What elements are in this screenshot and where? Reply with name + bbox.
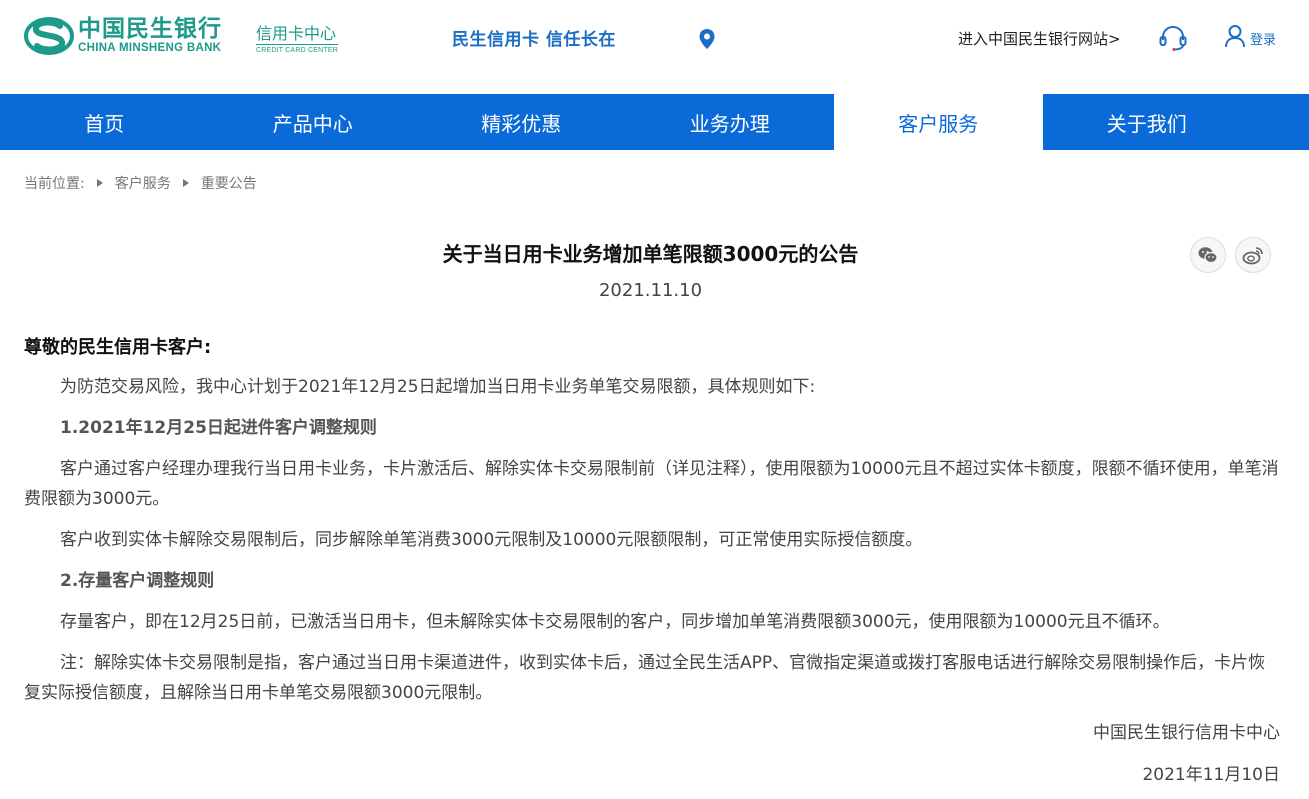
login-button[interactable]: 登录 — [1224, 24, 1276, 48]
breadcrumb-announcements[interactable]: 重要公告 — [201, 173, 257, 193]
article-title: 关于当日用卡业务增加单笔限额3000元的公告 — [442, 242, 859, 266]
article-greeting: 尊敬的民生信用卡客户: — [24, 337, 212, 358]
article-paragraph: 客户通过客户经理办理我行当日用卡业务，卡片激活后、解除实体卡交易限制前（详见注释… — [24, 459, 1279, 509]
article-paragraph: 客户收到实体卡解除交易限制后，同步解除单笔消费3000元限制及10000元限额限… — [60, 530, 923, 550]
breadcrumb-arrow-icon — [96, 179, 103, 187]
breadcrumb: 当前位置: 客户服务 重要公告 — [24, 173, 257, 193]
logo-chinese-name: 中国民生银行 — [78, 16, 222, 42]
nav-item-customer-service[interactable]: 客户服务 — [834, 94, 1043, 150]
user-icon — [1225, 25, 1245, 48]
article-date: 2021.11.10 — [598, 280, 703, 301]
nav-item-services[interactable]: 业务办理 — [626, 94, 835, 150]
article-paragraph: 为防范交易风险，我中心计划于2021年12月25日起增加当日用卡业务单笔交易限额… — [60, 377, 816, 397]
header: 中国民生银行 CHINA MINSHENG BANK 信用卡中心 CREDIT … — [0, 0, 1309, 94]
nav-item-products[interactable]: 产品中心 — [209, 94, 418, 150]
nav-item-offers[interactable]: 精彩优惠 — [417, 94, 626, 150]
article-body: 尊敬的民生信用卡客户: 为防范交易风险，我中心计划于2021年12月25日起增加… — [24, 334, 1280, 719]
breadcrumb-customer-service[interactable]: 客户服务 — [115, 173, 171, 193]
main-nav: 首页 产品中心 精彩优惠 业务办理 客户服务 关于我们 — [0, 94, 1309, 150]
breadcrumb-arrow-icon — [182, 179, 189, 187]
article-sign-date: 2021年11月10日 — [1142, 765, 1280, 785]
minsheng-logo-icon — [24, 17, 74, 55]
sub-brand-chinese: 信用卡中心 — [256, 24, 337, 43]
sub-brand-english: CREDIT CARD CENTER — [256, 44, 339, 55]
bank-website-link[interactable]: 进入中国民生银行网站> — [958, 28, 1121, 49]
article-section-heading: 2.存量客户调整规则 — [60, 571, 215, 591]
breadcrumb-prefix: 当前位置: — [24, 176, 85, 192]
slogan: 民生信用卡 信任长在 — [452, 30, 616, 50]
bank-logo[interactable]: 中国民生银行 CHINA MINSHENG BANK — [24, 16, 222, 56]
login-label: 登录 — [1250, 32, 1277, 48]
wechat-icon — [1198, 247, 1218, 264]
nav-item-home[interactable]: 首页 — [0, 94, 209, 150]
logo-english-name: CHINA MINSHENG BANK — [78, 42, 222, 54]
weibo-icon — [1242, 247, 1263, 265]
article-note: 注：解除实体卡交易限制是指，客户通过当日用卡渠道进件，收到实体卡后，通过全民生活… — [24, 653, 1266, 703]
share-wechat-button[interactable] — [1190, 237, 1226, 273]
article-signature: 中国民生银行信用卡中心 — [1093, 723, 1280, 743]
article-paragraph: 存量客户，即在12月25日前，已激活当日用卡，但未解除实体卡交易限制的客户，同步… — [60, 612, 1170, 632]
share-weibo-button[interactable] — [1235, 237, 1271, 273]
nav-item-about-us[interactable]: 关于我们 — [1043, 94, 1252, 150]
location-pin-icon[interactable] — [698, 28, 716, 50]
article-section-heading: 1.2021年12月25日起进件客户调整规则 — [60, 418, 377, 438]
credit-card-center-brand: 信用卡中心 CREDIT CARD CENTER — [256, 24, 339, 55]
customer-service-headset-icon[interactable] — [1158, 24, 1188, 52]
